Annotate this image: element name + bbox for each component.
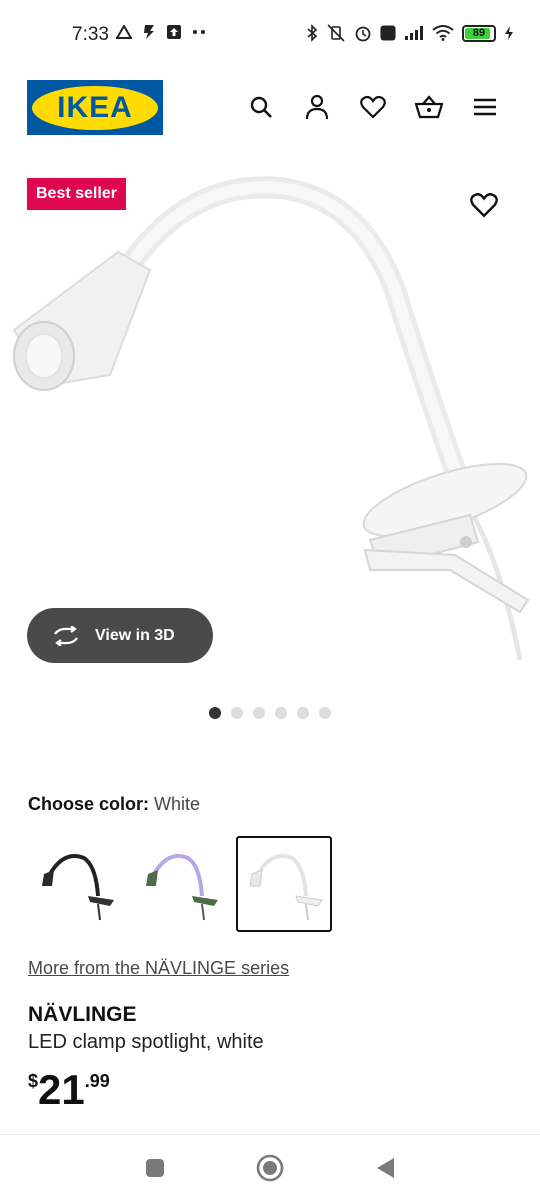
back-icon[interactable] [374, 1156, 396, 1180]
pagination-dot[interactable] [297, 707, 309, 719]
rotate-3d-icon [54, 625, 78, 646]
status-bar: 7:33 89 [0, 0, 540, 70]
pagination-dot[interactable] [209, 707, 221, 719]
search-icon[interactable] [246, 92, 276, 122]
more-icon [193, 30, 205, 34]
battery-indicator: 89 [462, 24, 496, 42]
color-chooser-label: Choose color: White [28, 794, 200, 815]
system-nav-bar [0, 1134, 540, 1200]
product-price: $ 21 .99 [28, 1067, 110, 1113]
pagination-dot[interactable] [319, 707, 331, 719]
signal-icon [405, 26, 423, 40]
heart-icon[interactable] [358, 92, 388, 122]
app-header: IKEA [0, 78, 540, 136]
bluetooth-icon [307, 24, 318, 42]
color-swatch-green-lilac[interactable] [132, 836, 228, 932]
drive-icon [116, 25, 132, 39]
account-icon[interactable] [302, 92, 332, 122]
pagination-dot[interactable] [275, 707, 287, 719]
product-description: LED clamp spotlight, white [28, 1031, 264, 1053]
selected-color-value: White [154, 794, 201, 814]
wifi-icon [432, 25, 454, 41]
best-seller-badge: Best seller [27, 178, 126, 210]
home-icon[interactable] [256, 1154, 284, 1182]
menu-icon[interactable] [470, 92, 500, 122]
battery-level: 89 [472, 27, 486, 39]
add-to-favorites-icon[interactable] [470, 192, 500, 222]
status-left-icons [116, 24, 206, 40]
product-image-lamp [12, 176, 530, 661]
logo-oval: IKEA [32, 85, 158, 130]
gallery-pagination [0, 707, 540, 719]
view-in-3d-button[interactable]: View in 3D [27, 608, 213, 663]
price-integer: 21 [38, 1066, 85, 1113]
flash-app-icon [144, 25, 154, 39]
volte-icon [380, 25, 396, 41]
price-currency: $ [28, 1071, 39, 1091]
logo-text: IKEA [57, 90, 133, 124]
color-swatch-white[interactable] [236, 836, 332, 932]
header-actions [246, 92, 500, 122]
price-decimal: .99 [84, 1071, 110, 1091]
product-image-gallery[interactable]: Best seller View in 3D [0, 170, 540, 670]
pagination-dot[interactable] [253, 707, 265, 719]
product-name: NÄVLINGE [28, 1003, 137, 1026]
alarm-icon [355, 26, 371, 42]
pagination-dot[interactable] [231, 707, 243, 719]
status-right-icons: 89 [306, 24, 514, 42]
series-link[interactable]: More from the NÄVLINGE series [28, 958, 289, 979]
color-swatches [28, 836, 332, 932]
upload-icon [167, 25, 181, 39]
basket-icon[interactable] [414, 92, 444, 122]
choose-color-label: Choose color: [28, 794, 150, 814]
view-in-3d-label: View in 3D [95, 626, 175, 644]
mute-vibrate-icon [327, 24, 345, 42]
recents-icon[interactable] [144, 1157, 166, 1179]
status-time: 7:33 [72, 24, 109, 45]
charging-icon [505, 26, 513, 40]
color-swatch-black[interactable] [28, 836, 124, 932]
ikea-logo[interactable]: IKEA [27, 80, 163, 135]
